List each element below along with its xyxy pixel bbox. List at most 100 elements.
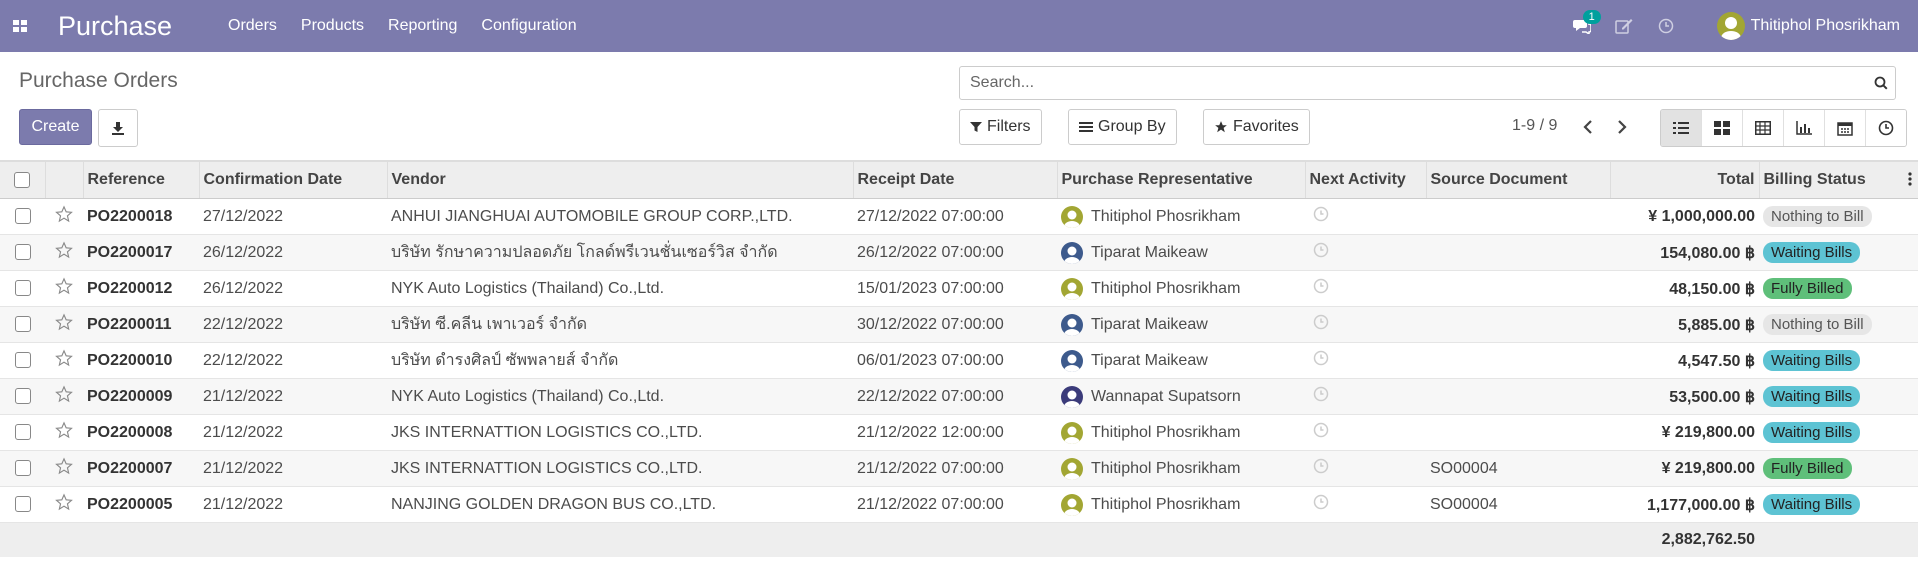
row-checkbox[interactable]	[14, 280, 31, 297]
cell-confirmation-date[interactable]: 26/12/2022	[199, 270, 387, 307]
list-view-button[interactable]	[1661, 110, 1702, 146]
kanban-view-button[interactable]	[1702, 110, 1743, 146]
priority-star-icon[interactable]	[45, 450, 83, 487]
favorites-button[interactable]: Favorites	[1203, 109, 1310, 145]
cell-billing-status[interactable]: Fully Billed	[1759, 270, 1918, 307]
table-row[interactable]: PO2200007 21/12/2022 JKS INTERNATTION LOGI…	[0, 450, 1918, 487]
column-reference[interactable]: Reference	[83, 161, 200, 199]
pager-previous-button[interactable]	[1574, 109, 1602, 145]
cell-vendor[interactable]: บริษัท ดำรงศิลป์ ซัพพลายส์ จำกัด	[387, 342, 853, 379]
app-title[interactable]: Purchase	[58, 11, 216, 42]
activity-clock-icon[interactable]	[1305, 342, 1426, 379]
cell-reference[interactable]: PO2200017	[83, 234, 199, 271]
activity-clock-icon[interactable]	[1305, 450, 1426, 487]
cell-receipt-date[interactable]: 21/12/2022 12:00:00	[853, 414, 1057, 451]
cell-reference[interactable]: PO2200009	[83, 378, 199, 415]
priority-star-icon[interactable]	[45, 306, 83, 343]
activity-clock-icon[interactable]	[1305, 270, 1426, 307]
cell-receipt-date[interactable]: 30/12/2022 07:00:00	[853, 306, 1057, 343]
cell-purchase-representative[interactable]: Wannapat Supatsorn	[1057, 378, 1305, 415]
cell-vendor[interactable]: บริษัท ซี.คลีน เพาเวอร์ จำกัด	[387, 306, 853, 343]
activity-clock-icon[interactable]	[1305, 486, 1426, 523]
menu-configuration[interactable]: Configuration	[469, 17, 588, 35]
cell-reference[interactable]: PO2200018	[83, 198, 199, 235]
row-checkbox[interactable]	[14, 352, 31, 369]
cell-total[interactable]: 48,150.00 ฿	[1610, 270, 1759, 307]
cell-total[interactable]: 4,547.50 ฿	[1610, 342, 1759, 379]
cell-vendor[interactable]: JKS INTERNATTION LOGISTICS CO.,LTD.	[387, 414, 853, 451]
cell-purchase-representative[interactable]: Thitiphol Phosrikham	[1057, 486, 1305, 523]
priority-star-icon[interactable]	[45, 198, 83, 235]
filters-button[interactable]: Filters	[959, 109, 1042, 145]
table-row[interactable]: PO2200008 21/12/2022 JKS INTERNATTION LOGI…	[0, 414, 1918, 451]
cell-source-document[interactable]: SO00004	[1426, 486, 1610, 523]
table-row[interactable]: PO2200012 26/12/2022 NYK Auto Logistics (T…	[0, 270, 1918, 307]
create-button[interactable]: Create	[19, 109, 92, 145]
cell-purchase-representative[interactable]: Thitiphol Phosrikham	[1057, 198, 1305, 235]
cell-total[interactable]: 1,177,000.00 ฿	[1610, 486, 1759, 523]
row-checkbox[interactable]	[14, 316, 31, 333]
cell-purchase-representative[interactable]: Thitiphol Phosrikham	[1057, 270, 1305, 307]
cell-source-document[interactable]	[1426, 270, 1610, 307]
cell-source-document[interactable]	[1426, 234, 1610, 271]
search-icon[interactable]	[1867, 76, 1895, 90]
cell-source-document[interactable]	[1426, 378, 1610, 415]
cell-receipt-date[interactable]: 15/01/2023 07:00:00	[853, 270, 1057, 307]
menu-products[interactable]: Products	[289, 17, 376, 35]
cell-vendor[interactable]: NYK Auto Logistics (Thailand) Co.,Ltd.	[387, 378, 853, 415]
cell-receipt-date[interactable]: 27/12/2022 07:00:00	[853, 198, 1057, 235]
cell-source-document[interactable]	[1426, 306, 1610, 343]
menu-orders[interactable]: Orders	[216, 17, 289, 35]
column-total[interactable]: Total	[1610, 161, 1760, 199]
cell-vendor[interactable]: JKS INTERNATTION LOGISTICS CO.,LTD.	[387, 450, 853, 487]
priority-star-icon[interactable]	[45, 486, 83, 523]
pivot-view-button[interactable]	[1743, 110, 1784, 146]
table-row[interactable]: PO2200005 21/12/2022 NANJING GOLDEN DRAGON…	[0, 486, 1918, 523]
cell-total[interactable]: ¥ 219,800.00	[1610, 414, 1759, 451]
column-billing-status[interactable]: Billing Status	[1759, 161, 1918, 199]
cell-receipt-date[interactable]: 21/12/2022 07:00:00	[853, 486, 1057, 523]
cell-confirmation-date[interactable]: 21/12/2022	[199, 486, 387, 523]
cell-confirmation-date[interactable]: 21/12/2022	[199, 378, 387, 415]
column-receipt-date[interactable]: Receipt Date	[853, 161, 1058, 199]
column-next-activity[interactable]: Next Activity	[1305, 161, 1427, 199]
cell-source-document[interactable]: SO00004	[1426, 450, 1610, 487]
user-menu[interactable]: Thitiphol Phosrikham	[1716, 12, 1900, 40]
table-row[interactable]: PO2200017 26/12/2022 บริษัท รักษาความปลอดภ…	[0, 234, 1918, 271]
activity-clock-icon[interactable]	[1305, 378, 1426, 415]
cell-billing-status[interactable]: Waiting Bills	[1759, 414, 1918, 451]
menu-reporting[interactable]: Reporting	[376, 17, 469, 35]
cell-confirmation-date[interactable]: 26/12/2022	[199, 234, 387, 271]
messages-button[interactable]: 1	[1561, 0, 1603, 52]
cell-receipt-date[interactable]: 06/01/2023 07:00:00	[853, 342, 1057, 379]
column-confirmation-date[interactable]: Confirmation Date	[199, 161, 388, 199]
search-input[interactable]	[968, 73, 1867, 93]
priority-star-icon[interactable]	[45, 342, 83, 379]
column-source-document[interactable]: Source Document	[1426, 161, 1611, 199]
priority-star-icon[interactable]	[45, 270, 83, 307]
optional-columns-icon[interactable]	[1908, 171, 1912, 192]
cell-source-document[interactable]	[1426, 342, 1610, 379]
row-checkbox[interactable]	[14, 496, 31, 513]
row-checkbox[interactable]	[14, 208, 31, 225]
cell-reference[interactable]: PO2200012	[83, 270, 199, 307]
cell-confirmation-date[interactable]: 21/12/2022	[199, 414, 387, 451]
groupby-button[interactable]: Group By	[1068, 109, 1177, 145]
cell-receipt-date[interactable]: 26/12/2022 07:00:00	[853, 234, 1057, 271]
pager-value[interactable]: 1-9 / 9	[1512, 117, 1557, 135]
pager-next-button[interactable]	[1608, 109, 1636, 145]
table-row[interactable]: PO2200011 22/12/2022 บริษัท ซี.คลีน เพาเวอ…	[0, 306, 1918, 343]
row-checkbox[interactable]	[14, 460, 31, 477]
activity-clock-icon[interactable]	[1305, 414, 1426, 451]
cell-confirmation-date[interactable]: 22/12/2022	[199, 306, 387, 343]
cell-confirmation-date[interactable]: 21/12/2022	[199, 450, 387, 487]
cell-source-document[interactable]	[1426, 198, 1610, 235]
cell-purchase-representative[interactable]: Tiparat Maikeaw	[1057, 306, 1305, 343]
table-row[interactable]: PO2200010 22/12/2022 บริษัท ดำรงศิลป์ ซัพพ…	[0, 342, 1918, 379]
cell-purchase-representative[interactable]: Tiparat Maikeaw	[1057, 234, 1305, 271]
activity-clock-icon[interactable]	[1305, 306, 1426, 343]
activity-clock-icon[interactable]	[1305, 198, 1426, 235]
cell-purchase-representative[interactable]: Thitiphol Phosrikham	[1057, 414, 1305, 451]
cell-reference[interactable]: PO2200007	[83, 450, 199, 487]
cell-receipt-date[interactable]: 22/12/2022 07:00:00	[853, 378, 1057, 415]
